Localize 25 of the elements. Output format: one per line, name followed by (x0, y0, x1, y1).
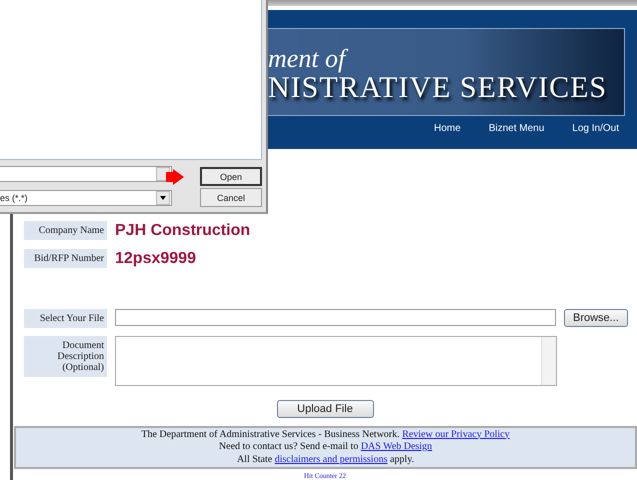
field-label: Select Your File (24, 308, 107, 328)
footer-text: All State disclaimers and permissions apply. (236, 454, 414, 466)
field-label: Company Name (24, 220, 107, 240)
footer-text: The Department of Administrative Services - Business Network. Review our Privacy Policy (141, 428, 510, 441)
nav-link[interactable]: Home (434, 122, 461, 135)
file-input[interactable] (115, 308, 556, 326)
nav-link[interactable]: Biznet Menu (488, 122, 544, 135)
file-name-field[interactable] (0, 166, 172, 182)
footer-link[interactable]: disclaimers and permissions (274, 454, 388, 464)
field-value: 12psx9999 (115, 248, 196, 268)
browse-button[interactable]: Browse... (564, 308, 628, 326)
nav-link[interactable]: Log In/Out (572, 122, 619, 135)
file-type-select[interactable]: es (*.*) (0, 190, 172, 206)
upload-button[interactable]: Upload File (276, 400, 374, 418)
field-label: Bid/RFP Number (24, 248, 107, 268)
footer-link[interactable]: Review our Privacy Policy (402, 428, 510, 440)
caret-icon (160, 196, 166, 200)
dialog-button[interactable]: Cancel (200, 188, 262, 207)
field-label: Document Description (Optional) (24, 336, 107, 376)
dialog-button[interactable]: Open (200, 167, 262, 186)
description-field[interactable] (115, 336, 557, 386)
arrow-icon (166, 169, 184, 185)
field-value: PJH Construction (115, 220, 250, 240)
footer-text: Need to contact us? Send e-mail to DAS Web Design (218, 441, 432, 454)
footer-link[interactable]: DAS Web Design (360, 441, 432, 452)
